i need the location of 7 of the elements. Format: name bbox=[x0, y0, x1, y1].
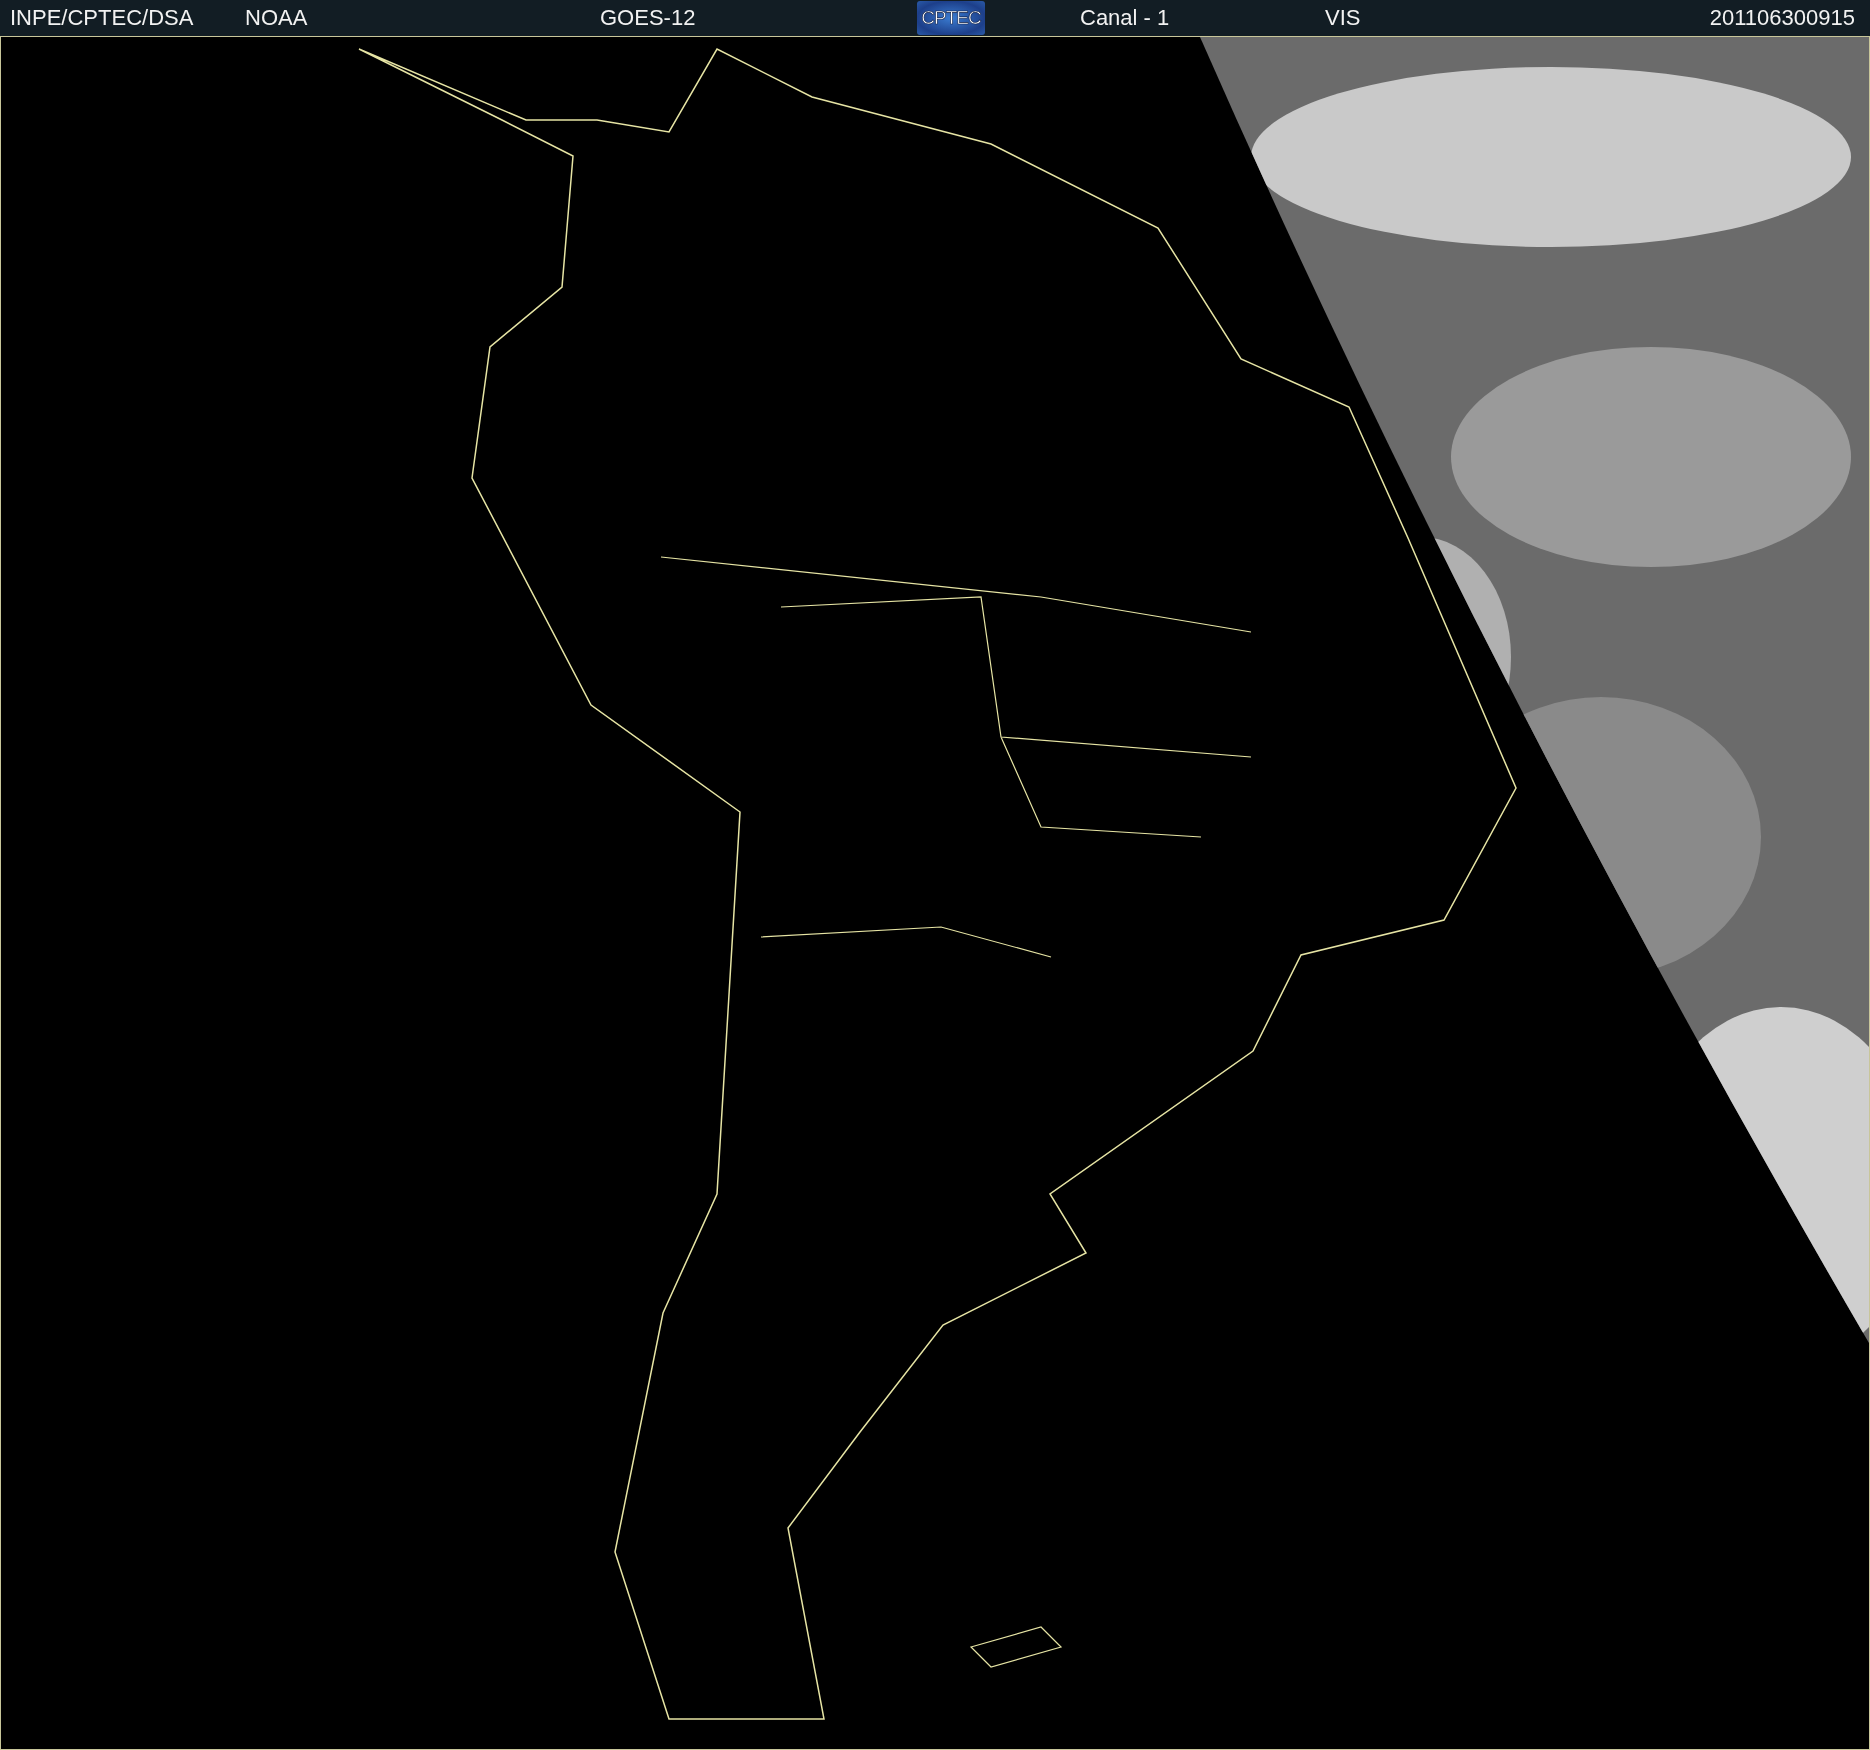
timestamp-label: 201106300915 bbox=[1709, 5, 1856, 31]
source-label: INPE/CPTEC/DSA bbox=[9, 5, 195, 31]
agency-label: NOAA bbox=[245, 5, 309, 31]
band-label: VIS bbox=[1325, 5, 1362, 31]
satellite-label: GOES-12 bbox=[600, 5, 697, 31]
logo-badge: CPTEC bbox=[917, 1, 985, 35]
channel-label: Canal - 1 bbox=[1080, 5, 1171, 31]
